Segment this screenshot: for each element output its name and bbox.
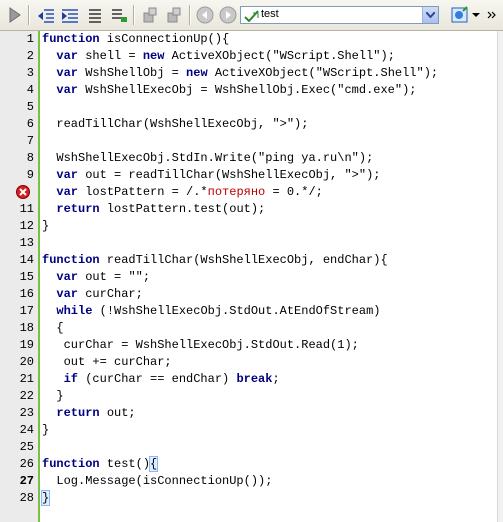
line-number: 11 [19, 202, 34, 216]
next-bookmark-icon[interactable] [164, 5, 184, 25]
uncomment-icon[interactable] [109, 5, 129, 25]
toolbar-separator [189, 5, 191, 25]
line-number: 1 [26, 32, 34, 46]
line-number: 23 [19, 406, 34, 420]
code-line[interactable]: readTillChar(WshShellExecObj, ">"); [42, 116, 308, 133]
code-line[interactable]: var out = readTillChar(WshShellExecObj, … [42, 167, 380, 184]
line-number: 6 [26, 117, 34, 131]
code-line[interactable]: var curChar; [42, 286, 142, 303]
line-number: 17 [19, 304, 34, 318]
code-line[interactable]: Log.Message(isConnectionUp()); [42, 473, 272, 490]
code-line[interactable]: var WshShellExecObj = WshShellObj.Exec("… [42, 82, 416, 99]
code-line[interactable]: { [42, 320, 63, 337]
code-line[interactable]: var WshShellObj = new ActiveXObject("WSc… [42, 65, 438, 82]
back-icon[interactable] [195, 5, 215, 25]
line-number: 4 [26, 83, 34, 97]
editor-margin [497, 31, 503, 522]
toolbar-separator [28, 5, 30, 25]
line-number: 26 [19, 457, 34, 471]
code-line[interactable]: } [42, 422, 49, 439]
line-number: 19 [19, 338, 34, 352]
editor-toolbar: test [0, 0, 503, 31]
line-number-current: 27 [19, 474, 34, 488]
line-number: 9 [26, 168, 34, 182]
bookmarks-icon[interactable] [450, 5, 470, 25]
shift-left-icon[interactable] [36, 5, 56, 25]
matching-brace: } [40, 490, 51, 506]
line-number: 20 [19, 355, 34, 369]
line-number: 25 [19, 440, 34, 454]
forward-icon[interactable] [218, 5, 238, 25]
code-editor[interactable]: 1 2 3 4 5 6 7 8 9 10 11 12 13 14 15 16 1… [0, 31, 503, 522]
line-number: 8 [26, 151, 34, 165]
line-number: 7 [26, 134, 34, 148]
line-number: 21 [19, 372, 34, 386]
line-number: 18 [19, 321, 34, 335]
line-number: 15 [19, 270, 34, 284]
line-number: 12 [19, 219, 34, 233]
line-number: 13 [19, 236, 34, 250]
code-line[interactable]: } [42, 388, 63, 405]
line-number: 16 [19, 287, 34, 301]
line-number: 2 [26, 49, 34, 63]
code-line[interactable]: WshShellExecObj.StdIn.Write("ping ya.ru\… [42, 150, 373, 167]
code-line[interactable]: return lostPattern.test(out); [42, 201, 265, 218]
run-icon[interactable] [4, 5, 24, 25]
code-line[interactable]: var out = ""; [42, 269, 150, 286]
routine-combo-value: test [261, 8, 279, 20]
chevron-down-icon[interactable] [422, 7, 438, 23]
gutter-change-bar [38, 31, 40, 522]
line-number: 24 [19, 423, 34, 437]
line-number: 3 [26, 66, 34, 80]
routine-icon [244, 9, 260, 27]
routine-combo[interactable]: test [240, 6, 439, 24]
toolbar-separator [133, 5, 135, 25]
code-line[interactable]: curChar = WshShellExecObj.StdOut.Read(1)… [42, 337, 359, 354]
toggle-bookmark-icon[interactable] [140, 5, 160, 25]
line-number: 28 [19, 491, 34, 505]
code-line[interactable]: out += curChar; [42, 354, 172, 371]
line-number: 22 [19, 389, 34, 403]
more-icon[interactable] [485, 5, 499, 25]
code-line[interactable]: var shell = new ActiveXObject("WScript.S… [42, 48, 395, 65]
code-line[interactable]: function readTillChar(WshShellExecObj, e… [42, 252, 388, 269]
error-icon[interactable] [16, 185, 30, 199]
code-line[interactable]: } [40, 490, 51, 507]
line-number: 5 [26, 100, 34, 114]
shift-right-icon[interactable] [60, 5, 80, 25]
code-line[interactable]: function isConnectionUp(){ [42, 31, 229, 48]
line-number-gutter: 1 2 3 4 5 6 7 8 9 10 11 12 13 14 15 16 1… [0, 31, 38, 522]
line-number: 14 [19, 253, 34, 267]
code-line[interactable]: return out; [42, 405, 135, 422]
code-line[interactable]: function test(){ [42, 456, 159, 473]
code-line-error[interactable]: var lostPattern = /.*потеряно = 0.*/; [42, 184, 322, 201]
bookmarks-dropdown-icon[interactable] [470, 5, 482, 25]
comment-icon[interactable] [85, 5, 105, 25]
matching-brace: { [149, 456, 159, 472]
code-line[interactable]: } [42, 218, 49, 235]
code-line[interactable]: if (curChar == endChar) break; [42, 371, 280, 388]
code-line[interactable]: while (!WshShellExecObj.StdOut.AtEndOfSt… [42, 303, 380, 320]
